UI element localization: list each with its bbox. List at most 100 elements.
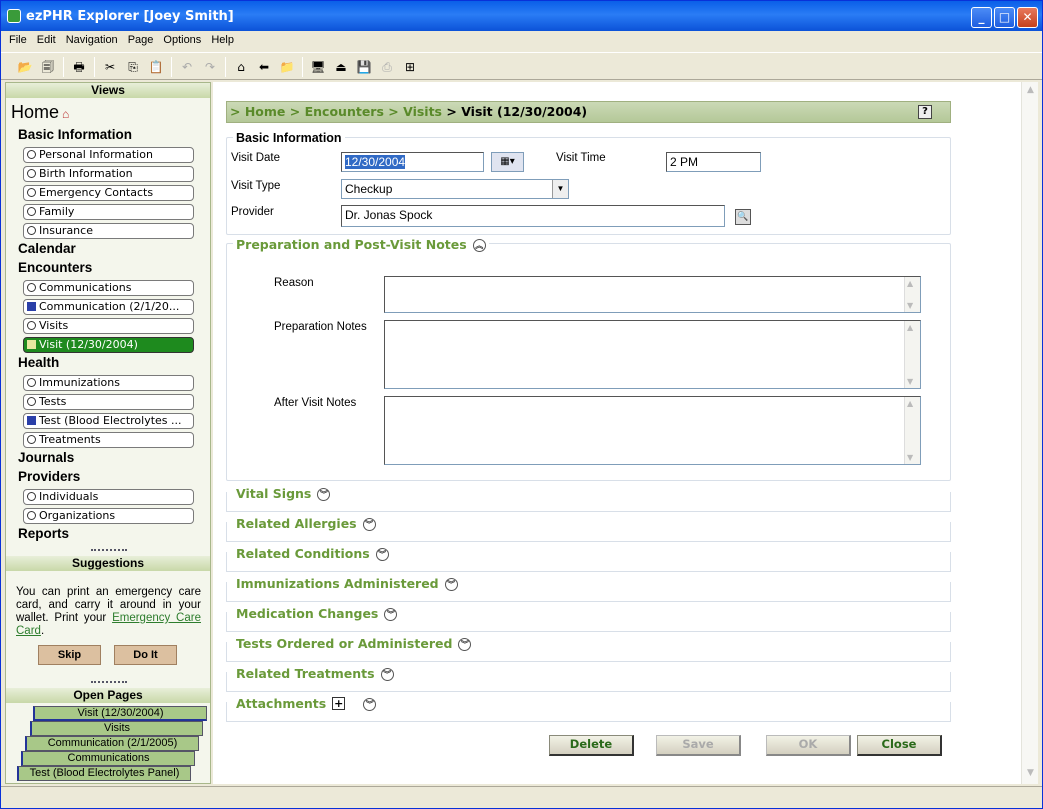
section-journals[interactable]: Journals — [18, 450, 74, 465]
main-scrollbar[interactable]: ▲ ▼ — [1021, 82, 1038, 784]
menu-help[interactable]: Help — [206, 31, 239, 46]
sidebar-item-personal-information[interactable]: Personal Information — [23, 147, 194, 163]
sidebar-item-immunizations[interactable]: Immunizations — [23, 375, 194, 391]
chevron-down-icon[interactable]: ︾ — [317, 488, 331, 501]
sidebar-item-organizations[interactable]: Organizations — [23, 508, 194, 524]
chevron-down-icon[interactable]: ︾ — [444, 578, 458, 591]
chevron-down-icon[interactable]: ︾ — [362, 518, 376, 531]
visit-time-field[interactable]: 2 PM — [666, 152, 761, 172]
add-icon[interactable]: ⊞ — [400, 57, 420, 77]
do-it-button[interactable]: Do It — [114, 645, 177, 665]
open-page-item[interactable]: Visit (12/30/2004) — [33, 706, 207, 721]
add-attachment-icon[interactable]: + — [332, 697, 346, 710]
close-window-button[interactable]: ✕ — [1017, 7, 1038, 28]
sidebar-item-communications[interactable]: Communications — [23, 280, 194, 296]
section-related-allergies[interactable]: Related Allergies ︾ — [226, 516, 951, 542]
skip-button[interactable]: Skip — [38, 645, 101, 665]
print-icon[interactable]: 🖶 — [69, 57, 89, 77]
chevron-down-icon[interactable]: ︾ — [384, 608, 398, 621]
help-icon[interactable]: ? — [918, 105, 932, 119]
chevron-down-icon[interactable]: ︾ — [380, 668, 394, 681]
sidebar-item-label: Communication (2/1/20... — [39, 300, 180, 313]
section-encounters[interactable]: Encounters — [18, 260, 92, 275]
visit-date-field[interactable]: 12/30/2004 — [341, 152, 484, 172]
chevron-down-icon[interactable]: ︾ — [375, 548, 389, 561]
undo-icon[interactable]: ↶ — [177, 57, 197, 77]
sidebar-item-treatments[interactable]: Treatments — [23, 432, 194, 448]
section-health[interactable]: Health — [18, 355, 59, 370]
section-providers[interactable]: Providers — [18, 469, 80, 484]
open-folder-icon[interactable]: 📂 — [15, 57, 35, 77]
sidebar-item-birth-information[interactable]: Birth Information — [23, 166, 194, 182]
scrollbar[interactable]: ▲ ▼ — [904, 397, 920, 464]
sidebar-item-label: Visits — [39, 319, 69, 332]
section-medication-changes[interactable]: Medication Changes ︾ — [226, 606, 951, 632]
close-button[interactable]: Close — [857, 735, 942, 756]
section-calendar[interactable]: Calendar — [18, 241, 76, 256]
copy-pages-icon[interactable]: 🗐 — [38, 57, 58, 77]
ok-button[interactable]: OK — [766, 735, 851, 756]
section-reports[interactable]: Reports — [18, 526, 69, 541]
save-button[interactable]: Save — [656, 735, 741, 756]
breadcrumb-home[interactable]: Home — [245, 104, 286, 119]
paste-icon[interactable]: 📋 — [146, 57, 166, 77]
visit-type-select[interactable]: Checkup ▼ — [341, 179, 569, 199]
calendar-picker-icon[interactable]: ▦▾ — [491, 152, 524, 172]
copy-icon[interactable]: ⎘ — [123, 57, 143, 77]
sidebar-item-test-doc[interactable]: Test (Blood Electrolytes ... — [23, 413, 194, 429]
menu-navigation[interactable]: Navigation — [61, 31, 123, 46]
section-vital-signs[interactable]: Vital Signs ︾ — [226, 486, 951, 512]
section-related-treatments[interactable]: Related Treatments ︾ — [226, 666, 951, 692]
splitter-handle[interactable] — [91, 549, 127, 552]
reason-textarea[interactable]: ▲ ▼ — [384, 276, 921, 313]
minimize-button[interactable]: _ — [971, 7, 992, 28]
home-icon[interactable]: ⌂ — [231, 57, 251, 77]
menu-file[interactable]: File — [1, 31, 32, 46]
sidebar-item-emergency-contacts[interactable]: Emergency Contacts — [23, 185, 194, 201]
provider-field[interactable]: Dr. Jonas Spock — [341, 205, 725, 227]
menu-options[interactable]: Options — [158, 31, 206, 46]
folder-icon[interactable]: 📁 — [277, 57, 297, 77]
section-tests-ordered[interactable]: Tests Ordered or Administered ︾ — [226, 636, 951, 662]
scrollbar[interactable]: ▲ ▼ — [904, 277, 920, 312]
maximize-button[interactable]: □ — [994, 7, 1015, 28]
section-immunizations-administered[interactable]: Immunizations Administered ︾ — [226, 576, 951, 602]
save-icon[interactable]: 💾 — [354, 57, 374, 77]
sidebar-item-family[interactable]: Family — [23, 204, 194, 220]
chevron-down-icon[interactable]: ︾ — [458, 638, 472, 651]
sidebar-item-visits[interactable]: Visits — [23, 318, 194, 334]
menu-edit[interactable]: Edit — [32, 31, 61, 46]
breadcrumb-visits[interactable]: Visits — [403, 104, 442, 119]
section-related-conditions[interactable]: Related Conditions ︾ — [226, 546, 951, 572]
chevron-up-icon[interactable]: ︽ — [472, 239, 486, 252]
sidebar-item-insurance[interactable]: Insurance — [23, 223, 194, 239]
scrollbar[interactable]: ▲ ▼ — [904, 321, 920, 388]
save-as-icon[interactable]: ⎙ — [377, 57, 397, 77]
sidebar-item-visit-doc[interactable]: Visit (12/30/2004) — [23, 337, 194, 353]
scroll-up-icon[interactable]: ▲ — [1024, 85, 1037, 98]
sidebar-item-communication-doc[interactable]: Communication (2/1/20... — [23, 299, 194, 315]
eject-icon[interactable]: ⏏ — [331, 57, 351, 77]
splitter-handle[interactable] — [91, 681, 127, 684]
open-page-item[interactable]: Visits — [30, 721, 203, 736]
sidebar-item-individuals[interactable]: Individuals — [23, 489, 194, 505]
section-attachments[interactable]: Attachments + ︾ — [226, 696, 951, 722]
home-link[interactable]: Home ⌂ — [11, 102, 69, 123]
scroll-down-icon[interactable]: ▼ — [1024, 768, 1037, 781]
back-icon[interactable]: ⬅ — [254, 57, 274, 77]
after-visit-notes-textarea[interactable]: ▲ ▼ — [384, 396, 921, 465]
open-page-item[interactable]: Test (Blood Electrolytes Panel) — [17, 766, 191, 781]
open-page-item[interactable]: Communications — [21, 751, 195, 766]
provider-lookup-icon[interactable]: 🔍 — [735, 209, 751, 225]
open-page-item[interactable]: Communication (2/1/2005) — [25, 736, 199, 751]
cut-icon[interactable]: ✂ — [100, 57, 120, 77]
sidebar-item-tests[interactable]: Tests — [23, 394, 194, 410]
section-basic-information[interactable]: Basic Information — [18, 127, 132, 142]
monitor-icon[interactable]: 🖥 — [308, 57, 328, 77]
delete-button[interactable]: Delete — [549, 735, 634, 756]
menu-page[interactable]: Page — [123, 31, 159, 46]
breadcrumb-encounters[interactable]: Encounters — [305, 104, 384, 119]
chevron-down-icon[interactable]: ︾ — [363, 698, 377, 711]
redo-icon[interactable]: ↷ — [200, 57, 220, 77]
preparation-notes-textarea[interactable]: ▲ ▼ — [384, 320, 921, 389]
